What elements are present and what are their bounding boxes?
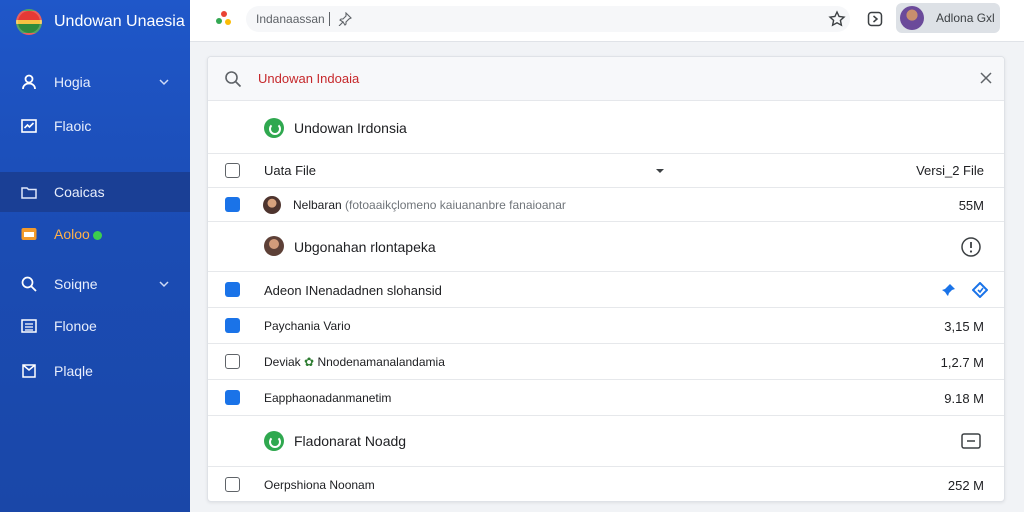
- row-checkbox[interactable]: [225, 390, 240, 405]
- sidebar-item-label: Flonoe: [54, 318, 97, 334]
- sidebar-item-hogia[interactable]: Hogia: [0, 62, 190, 102]
- sidebar-item-label: Coaicas: [54, 184, 105, 200]
- chart-icon: [20, 117, 38, 135]
- file-name: Eapphaonadanmanetim: [264, 391, 392, 405]
- sidebar-item-label: Flaoic: [54, 118, 92, 134]
- avatar: [263, 196, 281, 214]
- row-checkbox[interactable]: [225, 354, 240, 369]
- caret-down-icon[interactable]: [654, 165, 666, 177]
- file-panel: Undowan Indoaia Undowan Irdonsia Uata Fi…: [207, 56, 1005, 502]
- file-size: 55M: [958, 198, 984, 213]
- sidebar-item-label: Aoloo: [54, 226, 102, 242]
- file-name: Nelbaran (fotoaaikçlomeno kaiuananbre fa…: [293, 198, 566, 212]
- table-row[interactable]: Deviak ✿ Nnodenamanalandamia 1,2.7 M: [208, 344, 1004, 380]
- status-dot-icon: [92, 230, 102, 240]
- sidebar-item-label: Hogia: [54, 74, 91, 90]
- row-checkbox[interactable]: [225, 477, 240, 492]
- group-label: Ubgonahan rlontapeka: [294, 239, 436, 255]
- extension-icon[interactable]: [866, 10, 884, 28]
- table-row[interactable]: Adeon INenadadnen slohansid: [208, 272, 1004, 308]
- address-bar[interactable]: Indanaassan: [246, 6, 850, 32]
- pin-icon[interactable]: [942, 283, 956, 297]
- row-checkbox[interactable]: [225, 282, 240, 297]
- sync-icon: [264, 431, 284, 451]
- row-checkbox[interactable]: [225, 318, 240, 333]
- table-row[interactable]: Eapphaonadanmanetim 9.18 M: [208, 380, 1004, 416]
- brand-title: Undowan Unaesia: [54, 13, 185, 30]
- group-label: Undowan Irdonsia: [294, 120, 407, 136]
- file-size: 3,15 M: [944, 319, 984, 334]
- column-header-name[interactable]: Uata File: [264, 163, 316, 178]
- sidebar-item-soiqne[interactable]: Soiqne: [0, 264, 190, 304]
- search-icon: [20, 275, 38, 293]
- folder-orange-icon: [20, 225, 38, 243]
- sidebar: Undowan Unaesia Hogia Flaoic Coaicas Aol…: [0, 0, 190, 512]
- top-bar: Indanaassan Adlona Gxl: [190, 0, 1024, 42]
- file-size: 9.18 M: [944, 391, 984, 406]
- file-size: 1,2.7 M: [940, 355, 984, 370]
- file-size: 252 M: [947, 478, 984, 493]
- minimize-icon[interactable]: [960, 430, 982, 452]
- profile-name: Adlona Gxl: [936, 11, 995, 25]
- group-header[interactable]: Undowan Irdonsia: [208, 101, 1004, 154]
- pin-icon[interactable]: [338, 12, 352, 26]
- apps-logo-icon[interactable]: [214, 9, 234, 29]
- sidebar-item-label: Plaqle: [54, 363, 93, 379]
- sync-icon: [264, 118, 284, 138]
- chevron-down-icon[interactable]: [156, 74, 172, 90]
- search-row: Undowan Indoaia: [208, 57, 1004, 101]
- group-header[interactable]: Fladonarat Noadg: [208, 416, 1004, 467]
- user-icon: [20, 73, 38, 91]
- brand[interactable]: Undowan Unaesia: [0, 0, 190, 44]
- sidebar-item-label: Soiqne: [54, 276, 98, 292]
- file-name: Oerpshiona Noonam: [264, 478, 375, 492]
- select-all-checkbox[interactable]: [225, 163, 240, 178]
- chevron-down-icon[interactable]: [156, 276, 172, 292]
- column-header-size[interactable]: Versi_2 File: [916, 163, 984, 178]
- group-header[interactable]: Ubgonahan rlontapeka: [208, 222, 1004, 272]
- info-icon[interactable]: [960, 236, 982, 258]
- close-icon[interactable]: [978, 70, 994, 86]
- search-icon: [225, 71, 242, 88]
- table-row[interactable]: Oerpshiona Noonam 252 M: [208, 467, 1004, 501]
- search-input[interactable]: Undowan Indoaia: [258, 71, 359, 86]
- table-row[interactable]: Paychania Vario 3,15 M: [208, 308, 1004, 344]
- table-header: Uata File Versi_2 File: [208, 154, 1004, 188]
- group-label: Fladonarat Noadg: [294, 433, 407, 449]
- star-icon[interactable]: [828, 10, 846, 28]
- profile-chip[interactable]: Adlona Gxl: [896, 3, 1000, 33]
- list-icon: [20, 317, 38, 335]
- brand-logo-icon: [16, 9, 42, 35]
- row-checkbox[interactable]: [225, 197, 240, 212]
- sidebar-item-plaqle[interactable]: Plaqle: [0, 351, 190, 391]
- address-text: Indanaassan: [256, 12, 325, 26]
- sidebar-item-coaicas[interactable]: Coaicas: [0, 172, 190, 212]
- file-name: Deviak ✿ Nnodenamanalandamia: [264, 355, 445, 369]
- avatar: [900, 6, 924, 30]
- text-caret: [328, 12, 330, 26]
- table-row[interactable]: Nelbaran (fotoaaikçlomeno kaiuananbre fa…: [208, 188, 1004, 222]
- sidebar-item-aoloo[interactable]: Aoloo: [0, 214, 190, 254]
- sidebar-item-flonoe[interactable]: Flonoe: [0, 306, 190, 346]
- folder-icon: [20, 183, 38, 201]
- diamond-icon[interactable]: [972, 282, 988, 298]
- file-name: Adeon INenadadnen slohansid: [264, 283, 442, 298]
- file-name: Paychania Vario: [264, 319, 351, 333]
- avatar: [264, 236, 284, 256]
- sidebar-item-flaoic[interactable]: Flaoic: [0, 106, 190, 146]
- bookmark-icon: [20, 362, 38, 380]
